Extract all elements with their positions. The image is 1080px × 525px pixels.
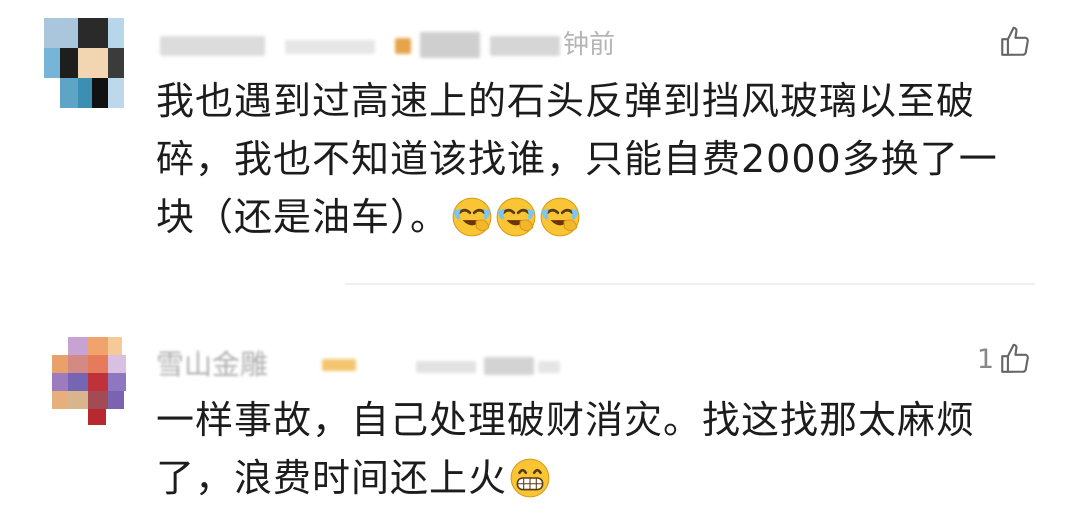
comment-line-text: 了，浪费时间还上火 [156,456,508,500]
comment-item: 钟前 我也遇到过高速上的石头反弹到挡风玻璃以至破 碎，我也不知道该找谁，只能自费… [0,0,1080,290]
comment-time: 钟前 [563,30,616,60]
grinning-teeth-emoji-icon [510,458,550,498]
like-button[interactable] [994,20,1032,64]
location-redacted [420,32,480,58]
location-redacted [416,361,476,373]
time-redacted [484,357,534,375]
crying-laughing-emoji-icon [452,197,492,237]
comment-line: 一样事故，自己处理破财消灾。找这找那太麻烦 [156,398,976,442]
thumbs-up-icon [1001,343,1029,373]
crying-laughing-emoji-icon [540,197,580,237]
location-redacted [395,38,411,54]
like-button[interactable]: 1 [977,337,1032,381]
avatar[interactable] [48,337,128,427]
crying-laughing-emoji-icon [496,197,536,237]
username-redacted [160,36,265,56]
username[interactable]: 雪山金雕 [156,343,268,383]
thumbs-up-icon [1001,26,1029,56]
comment-line-text: 块（还是油车）。 [156,195,450,239]
avatar[interactable] [44,18,124,108]
time-redacted [538,361,560,373]
comment-line-last: 了，浪费时间还上火 [156,449,1036,507]
comment-line: 碎，我也不知道该找谁，只能自费2000多换了一 [156,137,998,181]
time-redacted [490,36,560,56]
comment-line: 我也遇到过高速上的石头反弹到挡风玻璃以至破 [156,79,976,123]
comment-text: 一样事故，自己处理破财消灾。找这找那太麻烦 了，浪费时间还上火 [156,391,1036,507]
comment-line-last: 块（还是油车）。 [156,188,1036,246]
comment-text: 我也遇到过高速上的石头反弹到挡风玻璃以至破 碎，我也不知道该找谁，只能自费200… [156,72,1036,246]
badge-redacted [322,359,356,371]
username-redacted [285,40,375,54]
like-count: 1 [976,343,994,375]
comment-divider [345,283,1035,285]
comment-item: 雪山金雕 1 一样事故，自己处理破财消灾。找这找那太麻烦 了，浪费时间还上火 [0,325,1080,525]
